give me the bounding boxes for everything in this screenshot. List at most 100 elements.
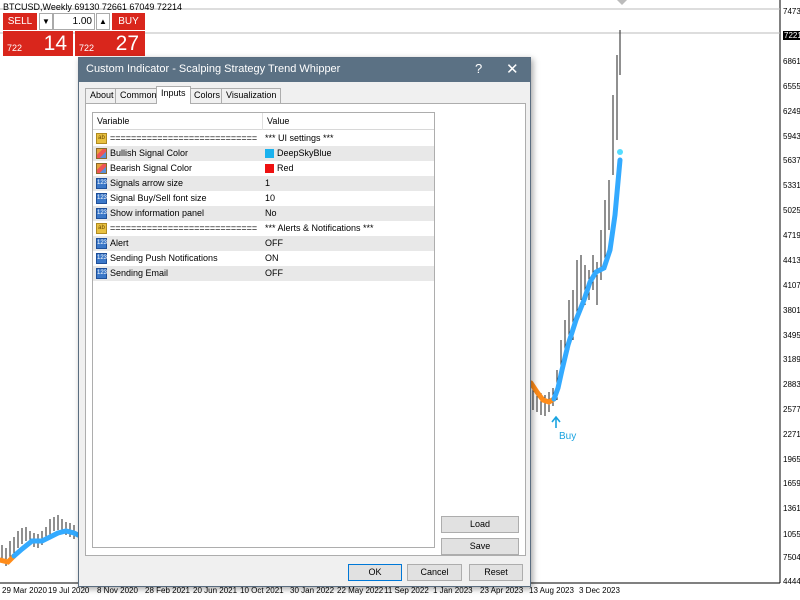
inputs-grid[interactable]: Variable Value ab =======================…: [92, 112, 435, 548]
buy-price-prefix: 722: [79, 43, 95, 53]
cancel-button[interactable]: Cancel: [407, 564, 462, 581]
buy-price-pips: 27: [115, 32, 139, 55]
price-axis-label: 68614: [783, 57, 800, 66]
input-row[interactable]: Bearish Signal Color Red: [93, 161, 434, 176]
input-row[interactable]: Bullish Signal Color DeepSkyBlue: [93, 146, 434, 161]
input-value[interactable]: OFF: [265, 238, 283, 248]
input-variable-name: ============================: [110, 133, 258, 143]
number-param-icon: 123: [96, 193, 107, 204]
price-axis-label: 65554: [783, 82, 800, 91]
color-param-icon: [96, 163, 107, 174]
price-axis-label: 56374: [783, 156, 800, 165]
buy-arrow-icon: [551, 415, 561, 428]
input-variable-name: Bullish Signal Color: [110, 148, 189, 158]
price-axis-label: 13614: [783, 504, 800, 513]
input-value[interactable]: DeepSkyBlue: [277, 148, 332, 158]
input-variable-name: Bearish Signal Color: [110, 163, 193, 173]
number-param-icon: 123: [96, 238, 107, 249]
lot-size-input[interactable]: 1.00: [53, 13, 95, 30]
tab-about[interactable]: About: [85, 88, 119, 103]
load-button[interactable]: Load: [441, 516, 519, 533]
number-param-icon: 123: [96, 268, 107, 279]
buy-price-box[interactable]: 722 27: [75, 31, 145, 56]
date-axis-label: 22 May 2022: [337, 586, 384, 595]
input-value[interactable]: OFF: [265, 268, 283, 278]
trend-segment: [551, 157, 623, 402]
reset-button[interactable]: Reset: [469, 564, 523, 581]
column-header-variable[interactable]: Variable: [97, 116, 129, 126]
chart-symbol-title: BTCUSD,Weekly 69130 72661 67049 72214: [3, 2, 182, 12]
help-icon[interactable]: ?: [475, 61, 482, 76]
date-axis-label: 1 Jan 2023: [433, 586, 473, 595]
ok-button[interactable]: OK: [348, 564, 402, 581]
column-header-value[interactable]: Value: [267, 116, 289, 126]
sell-price-pips: 14: [43, 32, 67, 55]
inputs-tab-panel: Variable Value ab =======================…: [85, 103, 526, 556]
input-row[interactable]: 123 Signals arrow size 1: [93, 176, 434, 191]
string-param-icon: ab: [96, 133, 107, 144]
number-param-icon: 123: [96, 208, 107, 219]
input-row[interactable]: 123 Alert OFF: [93, 236, 434, 251]
input-value[interactable]: No: [265, 208, 277, 218]
tab-visualization[interactable]: Visualization: [221, 88, 282, 103]
input-value[interactable]: 1: [265, 178, 270, 188]
input-variable-name: ============================: [110, 223, 258, 233]
input-row[interactable]: 123 Signal Buy/Sell font size 10: [93, 191, 434, 206]
input-row[interactable]: 123 Show information panel No: [93, 206, 434, 221]
number-param-icon: 123: [96, 253, 107, 264]
tab-common[interactable]: Common: [115, 88, 162, 103]
lot-increase-icon[interactable]: ▲: [96, 13, 110, 30]
input-value[interactable]: *** UI settings ***: [265, 133, 334, 143]
price-axis-label: 19654: [783, 455, 800, 464]
input-value[interactable]: *** Alerts & Notifications ***: [265, 223, 374, 233]
input-value[interactable]: ON: [265, 253, 279, 263]
date-axis-label: 11 Sep 2022: [384, 586, 429, 595]
date-axis-label: 28 Feb 2021: [145, 586, 190, 595]
number-param-icon: 123: [96, 178, 107, 189]
buy-button[interactable]: BUY: [112, 13, 145, 30]
string-param-icon: ab: [96, 223, 107, 234]
input-row[interactable]: ab ============================ *** UI set…: [93, 131, 434, 146]
input-row[interactable]: 123 Sending Push Notifications ON: [93, 251, 434, 266]
price-axis-label: 10554: [783, 530, 800, 539]
signal-dot: [617, 149, 623, 155]
lot-decrease-icon[interactable]: ▼: [39, 13, 53, 30]
price-axis-label: 22714: [783, 430, 800, 439]
buy-signal-label: Buy: [559, 431, 577, 442]
input-row[interactable]: 123 Sending Email OFF: [93, 266, 434, 281]
input-row[interactable]: ab ============================ *** Alerts…: [93, 221, 434, 236]
price-axis-label: 25774: [783, 405, 800, 414]
input-variable-name: Show information panel: [110, 208, 205, 218]
date-axis-label: 23 Apr 2023: [480, 586, 524, 595]
price-axis-label: 59434: [783, 132, 800, 141]
sell-price-box[interactable]: 722 14: [3, 31, 73, 56]
price-axis-label: 4444: [783, 577, 800, 586]
price-axis-label: 47194: [783, 231, 800, 240]
close-icon[interactable]: ✕: [506, 60, 519, 78]
custom-indicator-dialog: Custom Indicator - Scalping Strategy Tre…: [78, 57, 531, 587]
price-axis-label: 28834: [783, 380, 800, 389]
date-axis-label: 30 Jan 2022: [290, 586, 335, 595]
date-axis-label: 20 Jun 2021: [193, 586, 238, 595]
tab-colors[interactable]: Colors: [189, 88, 226, 103]
input-value[interactable]: Red: [277, 163, 294, 173]
color-swatch[interactable]: [265, 164, 274, 173]
dialog-title: Custom Indicator - Scalping Strategy Tre…: [86, 63, 341, 75]
price-axis-label: 7504: [783, 553, 800, 562]
dialog-titlebar[interactable]: Custom Indicator - Scalping Strategy Tre…: [79, 58, 530, 82]
column-divider[interactable]: [262, 113, 263, 130]
chart-shift-marker: [617, 0, 627, 5]
color-swatch[interactable]: [265, 149, 274, 158]
date-axis-label: 19 Jul 2020: [48, 586, 90, 595]
input-value[interactable]: 10: [265, 193, 275, 203]
price-axis-label: 41074: [783, 281, 800, 290]
date-axis-label: 29 Mar 2020: [2, 586, 47, 595]
input-variable-name: Alert: [110, 238, 129, 248]
date-axis-label: 3 Dec 2023: [579, 586, 620, 595]
save-button[interactable]: Save: [441, 538, 519, 555]
date-axis-label: 13 Aug 2023: [529, 586, 574, 595]
sell-button[interactable]: SELL: [3, 13, 37, 30]
tab-inputs[interactable]: Inputs: [156, 86, 191, 104]
price-axis-label: 72214: [783, 31, 800, 40]
grid-header: Variable Value: [93, 113, 434, 130]
